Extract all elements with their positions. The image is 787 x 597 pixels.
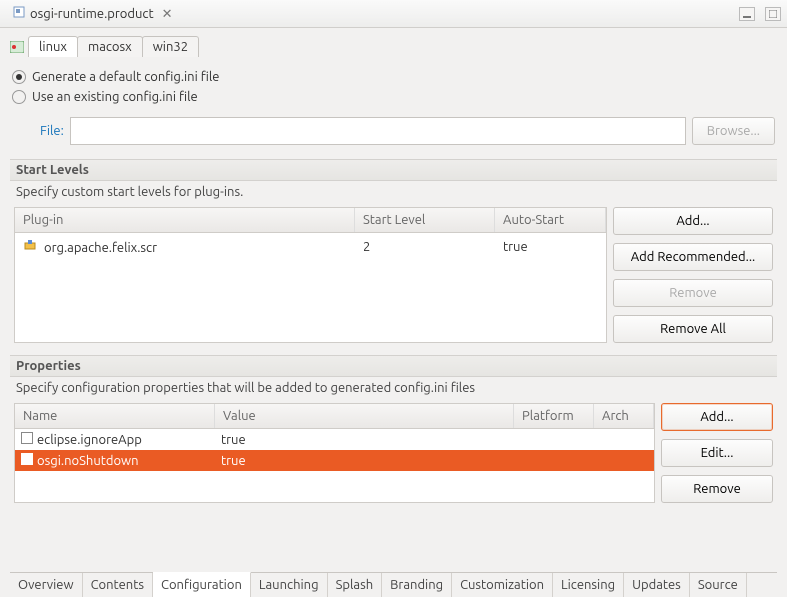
property-icon bbox=[21, 453, 33, 465]
start-levels-area: Plug-in Start Level Auto-Start org.apach… bbox=[10, 207, 777, 355]
start-levels-buttons: Add... Add Recommended... Remove Remove … bbox=[613, 207, 773, 343]
edit-button[interactable]: Edit... bbox=[661, 439, 773, 467]
maximize-icon[interactable] bbox=[765, 7, 781, 21]
editor-titlebar: osgi-runtime.product ✕ bbox=[0, 0, 787, 28]
radio-label: Generate a default config.ini file bbox=[32, 70, 219, 84]
prop-value: true bbox=[221, 454, 508, 468]
tab-customization[interactable]: Customization bbox=[452, 573, 553, 597]
tab-win32[interactable]: win32 bbox=[142, 36, 199, 57]
os-tabs: linux macosx win32 bbox=[10, 36, 777, 57]
file-input[interactable] bbox=[70, 117, 686, 145]
col-start-level[interactable]: Start Level bbox=[355, 208, 495, 232]
start-level-cell: 2 bbox=[363, 240, 503, 254]
radio-icon bbox=[12, 70, 26, 84]
tab-splash[interactable]: Splash bbox=[328, 573, 383, 597]
minimize-icon[interactable] bbox=[739, 7, 755, 21]
properties-title: Properties bbox=[10, 355, 777, 377]
product-file-icon bbox=[12, 5, 26, 22]
col-value[interactable]: Value bbox=[215, 404, 514, 428]
col-auto-start[interactable]: Auto-Start bbox=[495, 208, 606, 232]
add-recommended-button[interactable]: Add Recommended... bbox=[613, 243, 773, 271]
table-row[interactable]: org.apache.felix.scr 2 true bbox=[15, 233, 606, 260]
editor-page-tabs: Overview Contents Configuration Launchin… bbox=[10, 572, 777, 597]
editor-content: linux macosx win32 Generate a default co… bbox=[0, 28, 787, 597]
table-row[interactable]: eclipse.ignoreApp true bbox=[15, 429, 654, 450]
tab-updates[interactable]: Updates bbox=[624, 573, 690, 597]
start-levels-title: Start Levels bbox=[10, 159, 777, 181]
tab-macosx[interactable]: macosx bbox=[77, 36, 143, 57]
start-levels-desc: Specify custom start levels for plug-ins… bbox=[10, 181, 777, 207]
launch-config-icon bbox=[10, 41, 24, 53]
table-row[interactable]: osgi.noShutdown true bbox=[15, 450, 654, 471]
radio-icon bbox=[12, 90, 26, 104]
radio-label: Use an existing config.ini file bbox=[32, 90, 198, 104]
tab-branding[interactable]: Branding bbox=[382, 573, 452, 597]
add-button[interactable]: Add... bbox=[661, 403, 773, 431]
col-plugin[interactable]: Plug-in bbox=[15, 208, 355, 232]
tab-overview[interactable]: Overview bbox=[10, 573, 83, 597]
col-arch[interactable]: Arch bbox=[594, 404, 654, 428]
tab-source[interactable]: Source bbox=[690, 573, 747, 597]
add-button[interactable]: Add... bbox=[613, 207, 773, 235]
file-row: File: Browse... bbox=[40, 117, 775, 145]
file-label: File: bbox=[40, 124, 64, 138]
prop-name: eclipse.ignoreApp bbox=[37, 433, 142, 447]
property-icon bbox=[21, 432, 33, 444]
editor-title: osgi-runtime.product bbox=[30, 7, 154, 21]
tab-launching[interactable]: Launching bbox=[251, 573, 328, 597]
remove-all-button[interactable]: Remove All bbox=[613, 315, 773, 343]
browse-button[interactable]: Browse... bbox=[692, 117, 775, 145]
properties-desc: Specify configuration properties that wi… bbox=[10, 377, 777, 403]
prop-value: true bbox=[221, 433, 508, 447]
editor-tab[interactable]: osgi-runtime.product ✕ bbox=[6, 3, 178, 24]
tab-linux[interactable]: linux bbox=[28, 36, 78, 57]
radio-use-existing[interactable]: Use an existing config.ini file bbox=[12, 90, 775, 104]
remove-button[interactable]: Remove bbox=[661, 475, 773, 503]
table-header: Plug-in Start Level Auto-Start bbox=[15, 208, 606, 233]
properties-buttons: Add... Edit... Remove bbox=[661, 403, 773, 503]
prop-name: osgi.noShutdown bbox=[37, 454, 139, 468]
radio-generate-default[interactable]: Generate a default config.ini file bbox=[12, 70, 775, 84]
plugin-icon bbox=[23, 238, 37, 252]
properties-table[interactable]: Name Value Platform Arch eclipse.ignoreA… bbox=[14, 403, 655, 503]
col-name[interactable]: Name bbox=[15, 404, 215, 428]
product-editor: osgi-runtime.product ✕ linux macosx win3… bbox=[0, 0, 787, 597]
properties-area: Name Value Platform Arch eclipse.ignoreA… bbox=[10, 403, 777, 511]
plugin-name: org.apache.felix.scr bbox=[44, 241, 157, 255]
start-levels-table[interactable]: Plug-in Start Level Auto-Start org.apach… bbox=[14, 207, 607, 343]
table-header: Name Value Platform Arch bbox=[15, 404, 654, 429]
tab-contents[interactable]: Contents bbox=[83, 573, 153, 597]
close-icon[interactable]: ✕ bbox=[162, 6, 173, 22]
auto-start-cell: true bbox=[503, 240, 598, 254]
tab-configuration[interactable]: Configuration bbox=[153, 572, 251, 597]
tab-licensing[interactable]: Licensing bbox=[553, 573, 624, 597]
remove-button[interactable]: Remove bbox=[613, 279, 773, 307]
col-platform[interactable]: Platform bbox=[514, 404, 594, 428]
